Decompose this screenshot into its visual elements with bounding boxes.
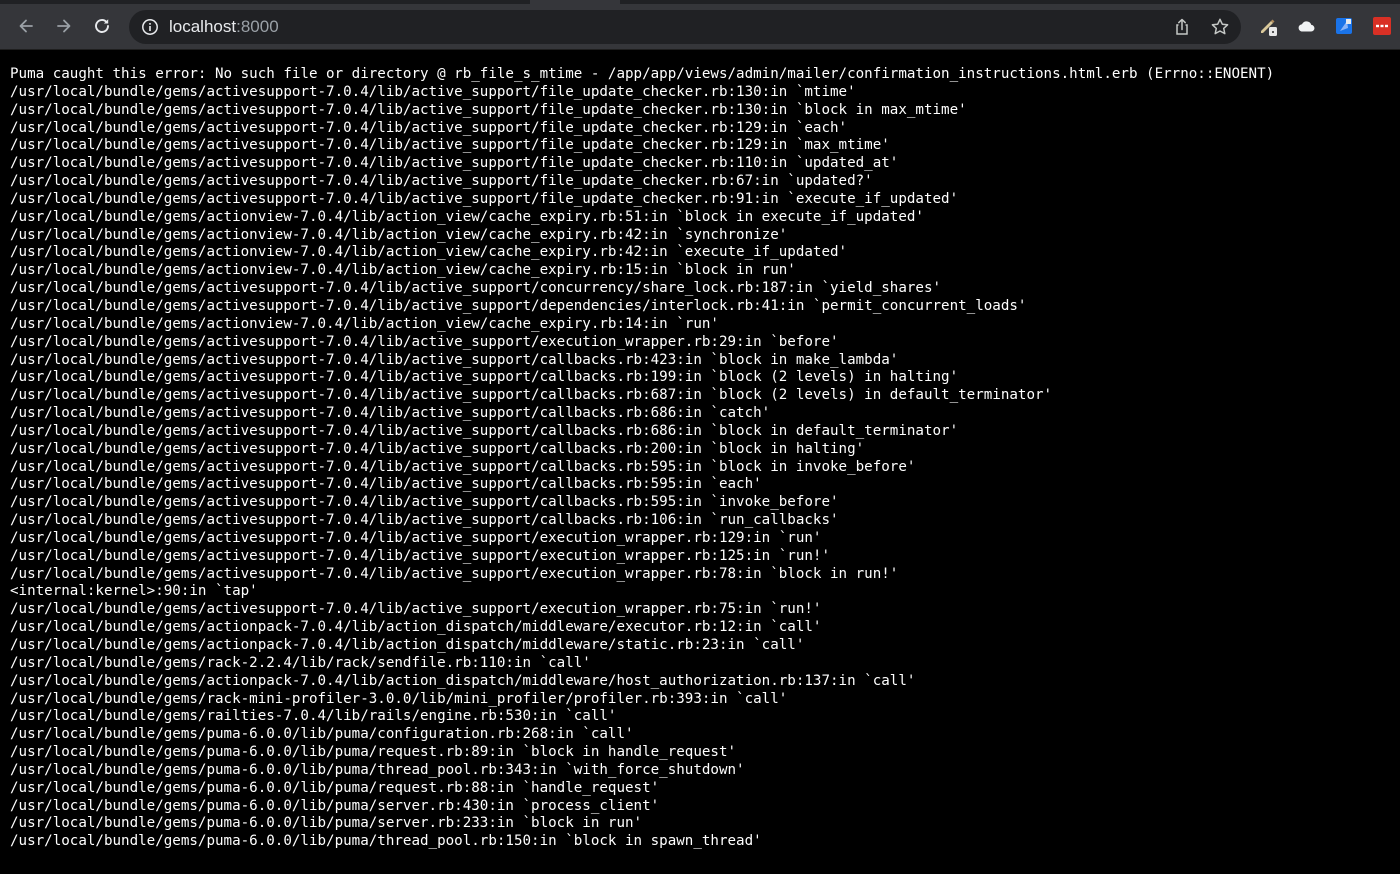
backtrace-line: /usr/local/bundle/gems/actionview-7.0.4/… — [10, 208, 924, 225]
backtrace-line: /usr/local/bundle/gems/activesupport-7.0… — [10, 351, 899, 368]
backtrace-line: /usr/local/bundle/gems/puma-6.0.0/lib/pu… — [10, 761, 745, 778]
backtrace-line: /usr/local/bundle/gems/activesupport-7.0… — [10, 422, 959, 439]
backtrace-line: /usr/local/bundle/gems/railties-7.0.4/li… — [10, 708, 617, 725]
url-host: localhost — [169, 17, 237, 36]
url-text[interactable]: localhost:8000 — [169, 17, 279, 37]
page-content: Puma caught this error: No such file or … — [0, 50, 1400, 874]
backtrace-line: /usr/local/bundle/gems/activesupport-7.0… — [10, 173, 873, 190]
star-icon[interactable] — [1210, 17, 1230, 37]
url-port: :8000 — [236, 17, 279, 36]
backtrace-line: /usr/local/bundle/gems/puma-6.0.0/lib/pu… — [10, 726, 634, 743]
backtrace-line: /usr/local/bundle/gems/actionview-7.0.4/… — [10, 315, 719, 332]
backtrace-line: /usr/local/bundle/gems/activesupport-7.0… — [10, 405, 771, 422]
pencil-extension-icon[interactable] — [1258, 16, 1278, 36]
backtrace-line: /usr/local/bundle/gems/puma-6.0.0/lib/pu… — [10, 797, 660, 814]
backtrace-line: /usr/local/bundle/gems/activesupport-7.0… — [10, 333, 839, 350]
active-tab[interactable] — [530, 0, 620, 4]
backtrace-line: /usr/local/bundle/gems/actionview-7.0.4/… — [10, 226, 788, 243]
backtrace-line: /usr/local/bundle/gems/actionpack-7.0.4/… — [10, 619, 822, 636]
reload-icon — [95, 19, 109, 33]
backtrace-line: /usr/local/bundle/gems/puma-6.0.0/lib/pu… — [10, 744, 737, 761]
backtrace-line: /usr/local/bundle/gems/activesupport-7.0… — [10, 155, 899, 172]
backtrace-line: /usr/local/bundle/gems/activesupport-7.0… — [10, 387, 1053, 404]
backtrace-line: /usr/local/bundle/gems/activesupport-7.0… — [10, 137, 890, 154]
address-bar[interactable]: localhost:8000 — [129, 10, 1241, 44]
backtrace-line: /usr/local/bundle/gems/rack-mini-profile… — [10, 690, 788, 707]
arrow-right-icon — [57, 19, 71, 33]
backtrace-line: /usr/local/bundle/gems/activesupport-7.0… — [10, 83, 856, 100]
back-button[interactable] — [14, 14, 38, 38]
backtrace-line: /usr/local/bundle/gems/activesupport-7.0… — [10, 369, 959, 386]
backtrace-line: /usr/local/bundle/gems/activesupport-7.0… — [10, 512, 839, 529]
backtrace-line: /usr/local/bundle/gems/rack-2.2.4/lib/ra… — [10, 654, 591, 671]
tab-strip — [0, 0, 1400, 4]
info-circle-icon[interactable] — [141, 18, 159, 36]
backtrace-line: /usr/local/bundle/gems/activesupport-7.0… — [10, 119, 848, 136]
error-output: Puma caught this error: No such file or … — [10, 66, 1274, 851]
backtrace-line: /usr/local/bundle/gems/activesupport-7.0… — [10, 101, 967, 118]
reload-button[interactable] — [90, 14, 114, 38]
backtrace-line: /usr/local/bundle/gems/activesupport-7.0… — [10, 476, 762, 493]
backtrace-line: /usr/local/bundle/gems/activesupport-7.0… — [10, 280, 942, 297]
backtrace-line: /usr/local/bundle/gems/activesupport-7.0… — [10, 601, 822, 618]
backtrace-line: /usr/local/bundle/gems/actionpack-7.0.4/… — [10, 672, 916, 689]
backtrace-line: /usr/local/bundle/gems/actionpack-7.0.4/… — [10, 637, 805, 653]
backtrace-line: /usr/local/bundle/gems/activesupport-7.0… — [10, 565, 899, 582]
backtrace-line: /usr/local/bundle/gems/actionview-7.0.4/… — [10, 262, 796, 279]
backtrace-line: /usr/local/bundle/gems/puma-6.0.0/lib/pu… — [10, 779, 660, 796]
backtrace-line: /usr/local/bundle/gems/activesupport-7.0… — [10, 529, 822, 546]
backtrace-line: /usr/local/bundle/gems/activesupport-7.0… — [10, 494, 839, 511]
error-header: Puma caught this error: No such file or … — [10, 66, 1275, 82]
red-extension-icon[interactable] — [1372, 16, 1392, 36]
backtrace-line: /usr/local/bundle/gems/activesupport-7.0… — [10, 440, 865, 457]
backtrace-line: /usr/local/bundle/gems/puma-6.0.0/lib/pu… — [10, 833, 762, 850]
backtrace-line: /usr/local/bundle/gems/activesupport-7.0… — [10, 190, 959, 207]
cloud-extension-icon[interactable] — [1296, 16, 1316, 36]
backtrace-line: /usr/local/bundle/gems/activesupport-7.0… — [10, 458, 916, 475]
forward-button[interactable] — [52, 14, 76, 38]
share-icon[interactable] — [1172, 17, 1192, 37]
backtrace-line: /usr/local/bundle/gems/activesupport-7.0… — [10, 547, 830, 564]
arrow-left-icon — [19, 19, 33, 33]
backtrace-line: /usr/local/bundle/gems/puma-6.0.0/lib/pu… — [10, 815, 643, 832]
backtrace-line: <internal:kernel>:90:in `tap' — [10, 583, 258, 600]
backtrace-list: /usr/local/bundle/gems/activesupport-7.0… — [10, 84, 1274, 851]
backtrace-line: /usr/local/bundle/gems/actionview-7.0.4/… — [10, 244, 848, 261]
backtrace-line: /usr/local/bundle/gems/activesupport-7.0… — [10, 297, 1027, 314]
browser-toolbar: localhost:8000 — [0, 0, 1400, 50]
blue-extension-icon[interactable] — [1334, 16, 1354, 36]
